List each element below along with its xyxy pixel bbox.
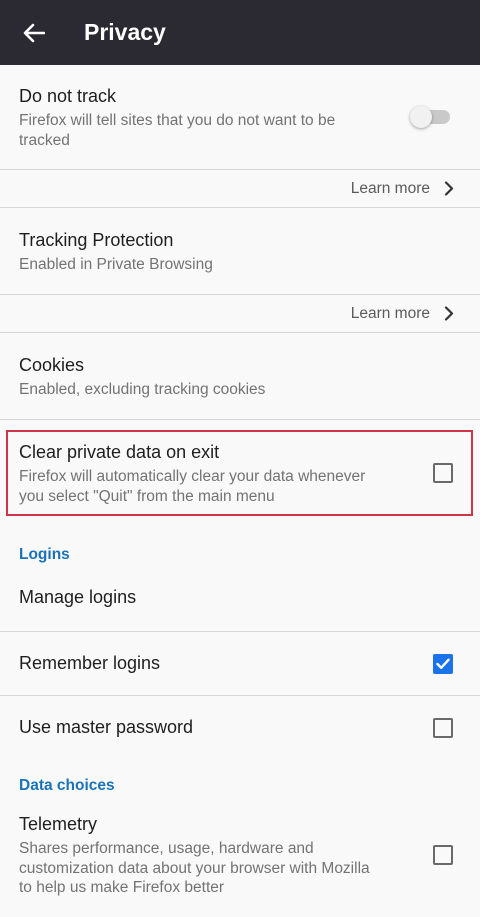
logins-section-header: Logins: [0, 537, 480, 575]
tracking-protection-row[interactable]: Tracking Protection Enabled in Private B…: [0, 208, 480, 295]
telemetry-checkbox[interactable]: [433, 845, 453, 865]
telemetry-row[interactable]: Telemetry Shares performance, usage, har…: [0, 802, 480, 905]
app-bar: Privacy: [0, 0, 480, 65]
chevron-right-icon: [444, 306, 454, 321]
tracking-protection-title: Tracking Protection: [19, 230, 174, 250]
switch-knob: [410, 106, 432, 128]
back-button[interactable]: [18, 17, 50, 49]
telemetry-title: Telemetry: [19, 814, 98, 834]
remember-logins-checkbox[interactable]: [433, 654, 453, 674]
arrow-left-icon: [23, 23, 45, 42]
learn-more-tracking-row[interactable]: Learn more: [0, 295, 480, 333]
manage-logins-row[interactable]: Manage logins: [0, 575, 480, 632]
do-not-track-row[interactable]: Do not track Firefox will tell sites tha…: [0, 65, 480, 170]
chevron-right-icon: [444, 181, 454, 196]
remember-logins-title: Remember logins: [19, 653, 161, 673]
settings-list: Do not track Firefox will tell sites tha…: [0, 65, 480, 905]
data-choices-section-title: Data choices: [19, 777, 115, 794]
manage-logins-title: Manage logins: [19, 587, 137, 607]
cookies-row[interactable]: Cookies Enabled, excluding tracking cook…: [0, 333, 480, 420]
learn-more-label: Learn more: [350, 179, 430, 197]
cookies-title: Cookies: [19, 355, 85, 375]
tracking-protection-summary: Enabled in Private Browsing: [19, 256, 213, 273]
remember-logins-row[interactable]: Remember logins: [0, 632, 480, 696]
telemetry-summary: Shares performance, usage, hardware and …: [19, 840, 370, 896]
do-not-track-switch[interactable]: [410, 106, 450, 128]
master-password-checkbox[interactable]: [433, 718, 453, 738]
master-password-title: Use master password: [19, 717, 194, 737]
master-password-row[interactable]: Use master password: [0, 696, 480, 760]
cookies-summary: Enabled, excluding tracking cookies: [19, 381, 266, 398]
do-not-track-title: Do not track: [19, 86, 117, 106]
highlight-annotation-box: [6, 430, 473, 516]
do-not-track-summary: Firefox will tell sites that you do not …: [19, 112, 336, 149]
logins-section-title: Logins: [19, 546, 70, 563]
learn-more-label: Learn more: [350, 304, 430, 322]
page-title: Privacy: [84, 19, 166, 45]
learn-more-dnt-row[interactable]: Learn more: [0, 170, 480, 208]
data-choices-section-header: Data choices: [0, 760, 480, 802]
checkmark-icon: [436, 658, 450, 669]
